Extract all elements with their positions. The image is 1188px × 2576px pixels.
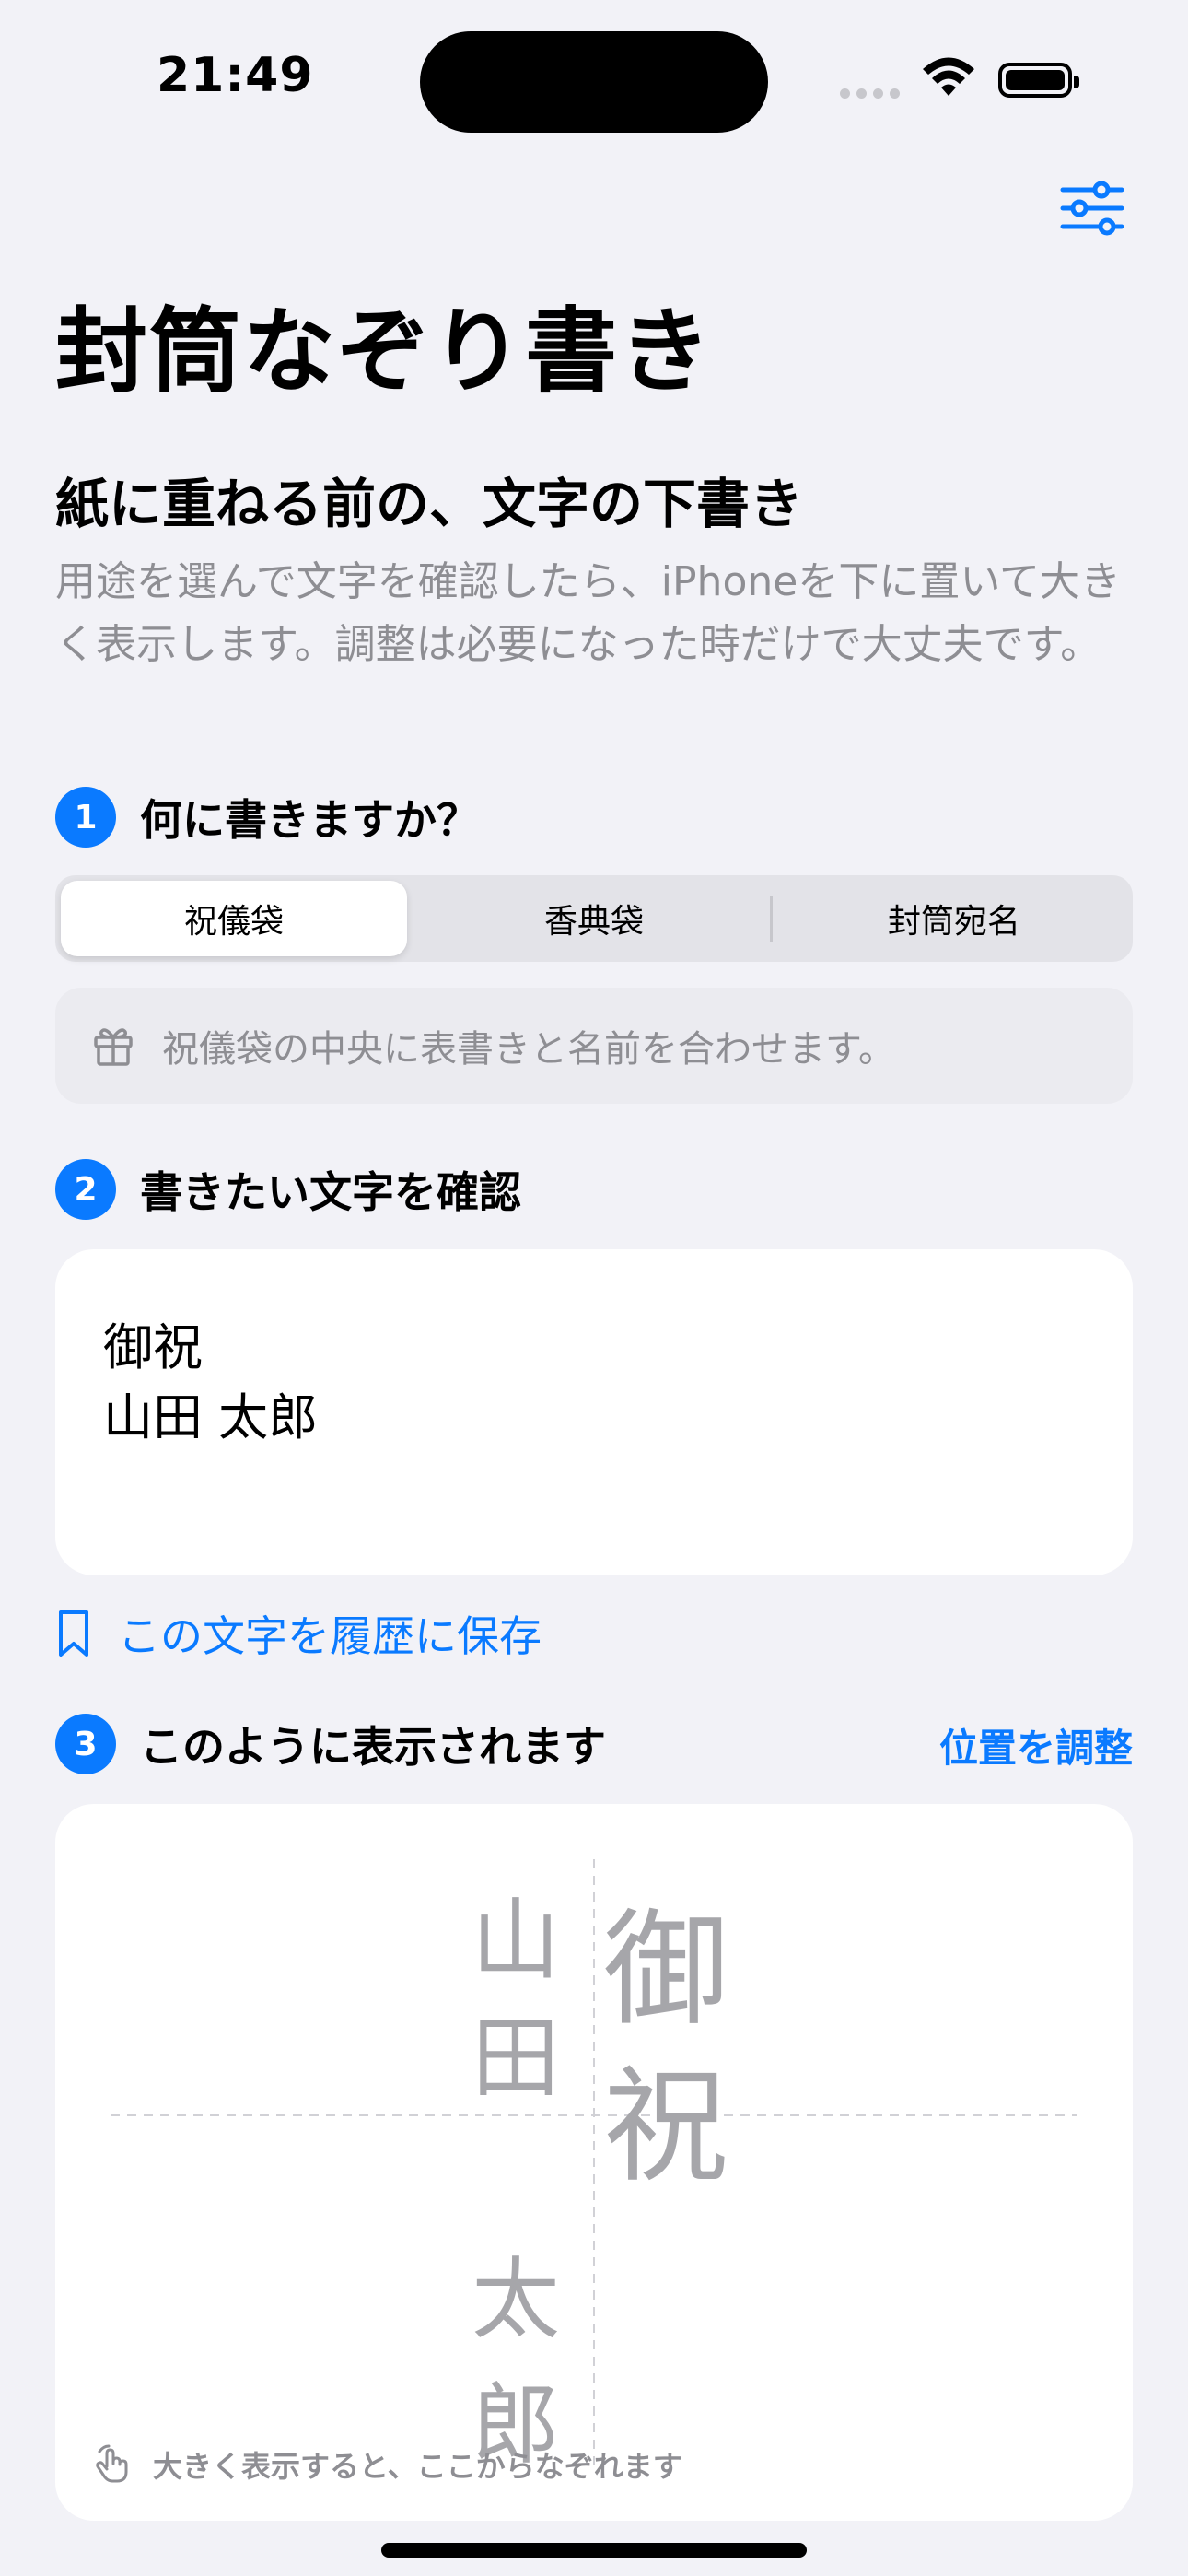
hand-tap-icon [96, 2444, 128, 2483]
step-number-badge: 2 [55, 1159, 116, 1220]
cellular-signal-icon [840, 85, 906, 102]
wifi-icon [921, 57, 976, 103]
adjust-position-button[interactable]: 位置を調整 [939, 1717, 1133, 1774]
step-number-badge: 1 [55, 787, 116, 848]
preview-footer-text: 大きく表示すると、ここからなぞれます [153, 2449, 682, 2484]
step-2-label: 書きたい文字を確認 [140, 1167, 521, 1217]
preview-title-char: 御 [603, 1898, 728, 2043]
text-input-field[interactable]: 御祝 山田 太郎 [55, 1249, 1133, 1575]
text-line-name: 山田 太郎 [103, 1388, 319, 1446]
bookmark-icon [59, 1610, 88, 1657]
step-2-header: 2 書きたい文字を確認 [55, 1159, 521, 1220]
intro-description: 用途を選んで文字を確認したら、iPhoneを下に置いて大きく表示します。調整は必… [55, 558, 1121, 668]
preview-title-char: 祝 [603, 2055, 728, 2200]
settings-button[interactable] [1059, 181, 1125, 236]
step-3-header: 3 このように表示されます [55, 1714, 606, 1774]
preview-name-char: 田 [472, 2007, 560, 2110]
page-title: 封筒なぞり書き [55, 298, 713, 405]
purpose-hint-text: 祝儀袋の中央に表書きと名前を合わせます。 [162, 1028, 895, 1071]
segment-divider [770, 896, 773, 942]
gift-icon [94, 1028, 133, 1066]
preview-card[interactable]: 御 祝 山 田 太 郎 大きく表示すると、ここからなぞれます [55, 1804, 1133, 2521]
step-1-header: 1 何に書きますか？ [55, 787, 479, 848]
preview-name-char: 山 [472, 1889, 560, 1992]
segment-shugi-bukuro[interactable]: 祝儀袋 [61, 881, 407, 956]
text-line-title: 御祝 [103, 1318, 203, 1376]
preview-footer: 大きく表示すると、ここからなぞれます [92, 2443, 682, 2486]
sliders-icon [1060, 181, 1124, 236]
preview-name-char: 太 [472, 2248, 560, 2351]
home-indicator[interactable] [381, 2543, 807, 2558]
segment-koden-bukuro[interactable]: 香典袋 [421, 881, 767, 956]
battery-icon [998, 63, 1079, 98]
segment-envelope-address[interactable]: 封筒宛名 [781, 881, 1127, 956]
purpose-hint: 祝儀袋の中央に表書きと名前を合わせます。 [55, 988, 1133, 1104]
save-to-history-label: この文字を履歴に保存 [118, 1611, 542, 1661]
purpose-segmented-control: 祝儀袋 香典袋 封筒宛名 [55, 875, 1133, 962]
save-to-history-button[interactable]: この文字を履歴に保存 [57, 1603, 542, 1664]
step-number-badge: 3 [55, 1714, 116, 1774]
preview-guide-lines [111, 1859, 1077, 2467]
status-time: 21:49 [157, 48, 314, 103]
step-3-label: このように表示されます [140, 1722, 606, 1772]
intro-subtitle: 紙に重ねる前の、文字の下書き [55, 473, 804, 535]
dynamic-island [420, 31, 768, 133]
step-1-label: 何に書きますか？ [140, 795, 479, 845]
